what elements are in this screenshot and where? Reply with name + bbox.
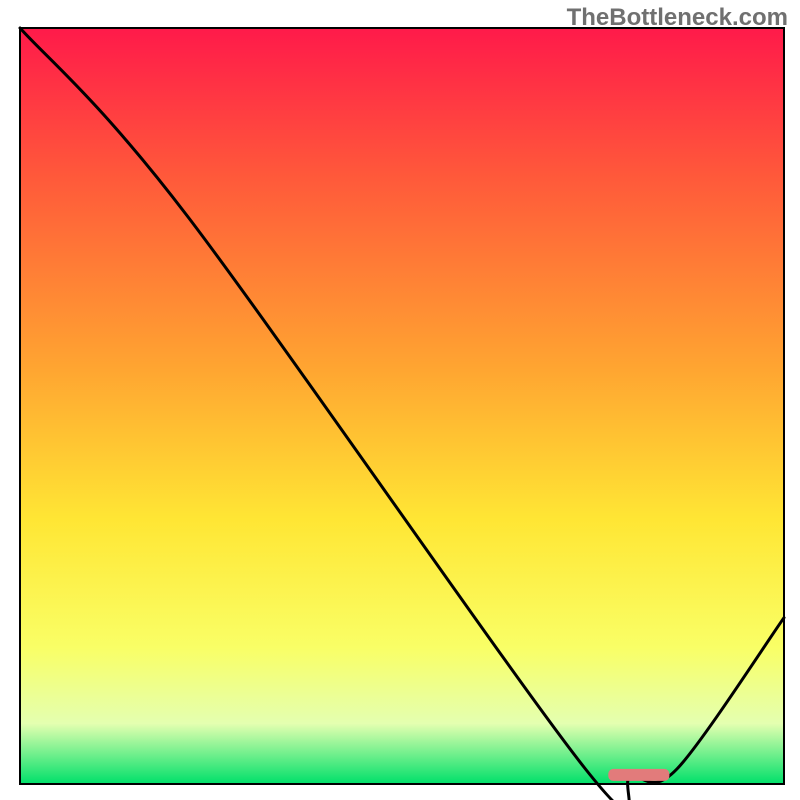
gradient-background [20, 28, 784, 784]
bottleneck-chart [0, 0, 800, 800]
chart-container: { "watermark": "TheBottleneck.com", "cha… [0, 0, 800, 800]
optimal-marker [608, 769, 669, 781]
watermark-text: TheBottleneck.com [567, 4, 788, 32]
